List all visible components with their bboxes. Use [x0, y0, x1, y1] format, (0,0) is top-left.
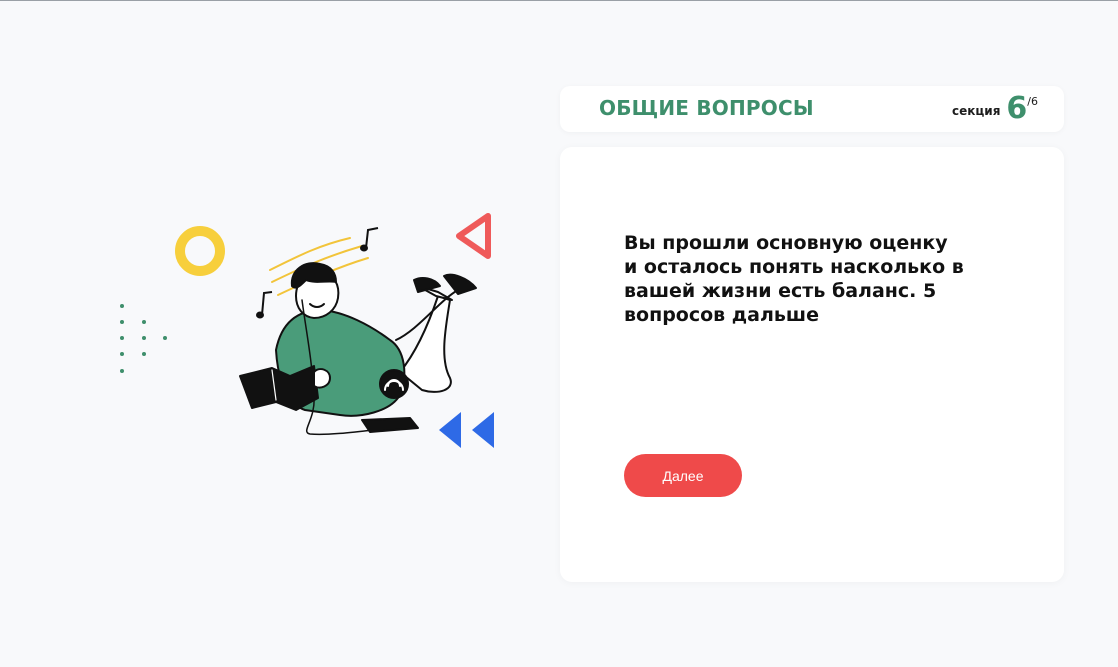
next-button[interactable]: Далее: [624, 454, 742, 497]
section-total: /6: [1027, 95, 1038, 108]
blue-double-triangle-icon: [439, 412, 494, 448]
man-reading-book-with-headphones-icon: [239, 262, 477, 436]
section-counter: секция 6 /6: [952, 91, 1038, 127]
yellow-ring-icon: [175, 226, 225, 276]
red-triangle-icon: [456, 213, 491, 259]
section-header: ОБЩИЕ ВОПРОСЫ секция 6 /6: [560, 86, 1064, 132]
section-title: ОБЩИЕ ВОПРОСЫ: [599, 96, 814, 120]
window-top-border: [0, 0, 1118, 1]
illustration: [100, 200, 520, 480]
message-card: Вы прошли основную оценку и осталось пон…: [560, 147, 1064, 582]
section-current-number: 6: [1006, 91, 1028, 126]
illustration-svg: [120, 213, 494, 448]
section-label: секция: [952, 104, 1001, 118]
green-dots-icon: [120, 304, 167, 373]
message-text: Вы прошли основную оценку и осталось пон…: [624, 232, 964, 326]
